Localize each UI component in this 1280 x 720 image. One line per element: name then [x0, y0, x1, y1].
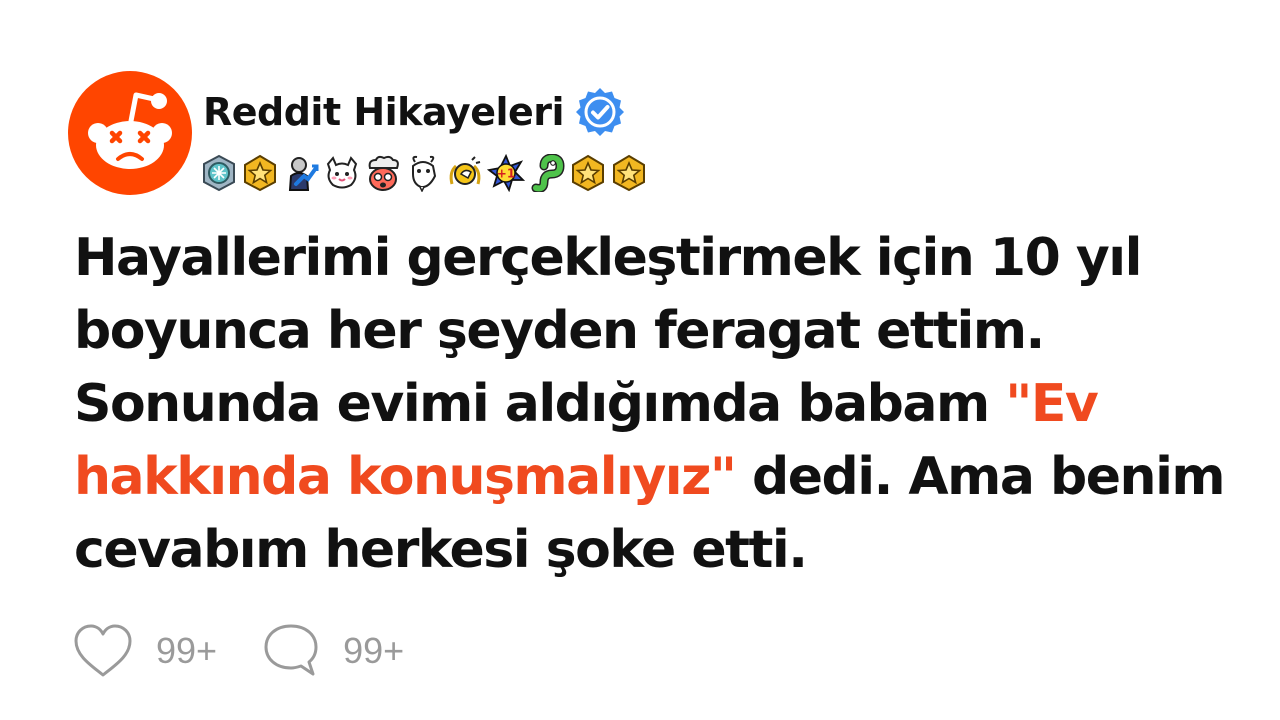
- verified-badge-icon: [576, 88, 625, 136]
- post-actions: 99+ 99+: [72, 622, 448, 680]
- post-title[interactable]: Hayallerimi gerçekleştirmek için 10 yıl …: [74, 222, 1264, 587]
- star-award-icon[interactable]: [610, 154, 648, 192]
- channel-name-row: Reddit Hikayeleri: [203, 86, 626, 138]
- mind-blown-award-icon[interactable]: [364, 154, 402, 192]
- star-award-icon[interactable]: [241, 154, 279, 192]
- reddit-alien-icon: [68, 71, 192, 195]
- svg-text:+1: +1: [497, 167, 515, 181]
- helpful-award-icon[interactable]: [446, 154, 484, 192]
- post-title-text: Hayallerimi gerçekleştirmek için 10 yıl …: [74, 228, 1142, 434]
- comment-bubble-icon[interactable]: [261, 622, 321, 680]
- platinum-award-icon[interactable]: [200, 154, 238, 192]
- wholesome-award-icon[interactable]: [323, 154, 361, 192]
- heart-icon[interactable]: [72, 623, 134, 679]
- awards-row: +1: [200, 154, 648, 192]
- plus-one-award-icon[interactable]: +1: [487, 154, 525, 192]
- star-award-icon[interactable]: [569, 154, 607, 192]
- channel-avatar[interactable]: [68, 71, 192, 195]
- goat-award-icon[interactable]: [405, 154, 443, 192]
- like-count: 99+: [156, 630, 218, 671]
- snek-award-icon[interactable]: [528, 154, 566, 192]
- comment-count: 99+: [343, 630, 405, 671]
- channel-name[interactable]: Reddit Hikayeleri: [203, 90, 565, 134]
- stonks-award-icon[interactable]: [282, 154, 320, 192]
